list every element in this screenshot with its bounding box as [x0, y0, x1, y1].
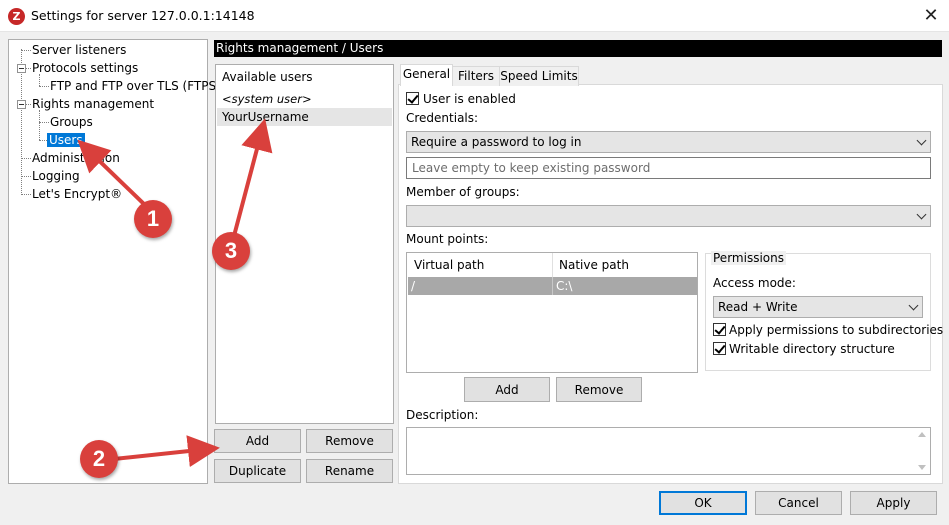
annotation-badge-2: 2	[80, 440, 118, 478]
annotation-arrow-2	[113, 435, 220, 468]
annotation-arrow-3	[232, 118, 273, 237]
annotation-badge-3: 3	[212, 232, 250, 270]
annotation-arrow-1	[77, 139, 148, 208]
annotation-badge-1: 1	[134, 200, 172, 238]
tab-general[interactable]: General	[400, 64, 453, 86]
annotation-arrows	[77, 118, 273, 468]
